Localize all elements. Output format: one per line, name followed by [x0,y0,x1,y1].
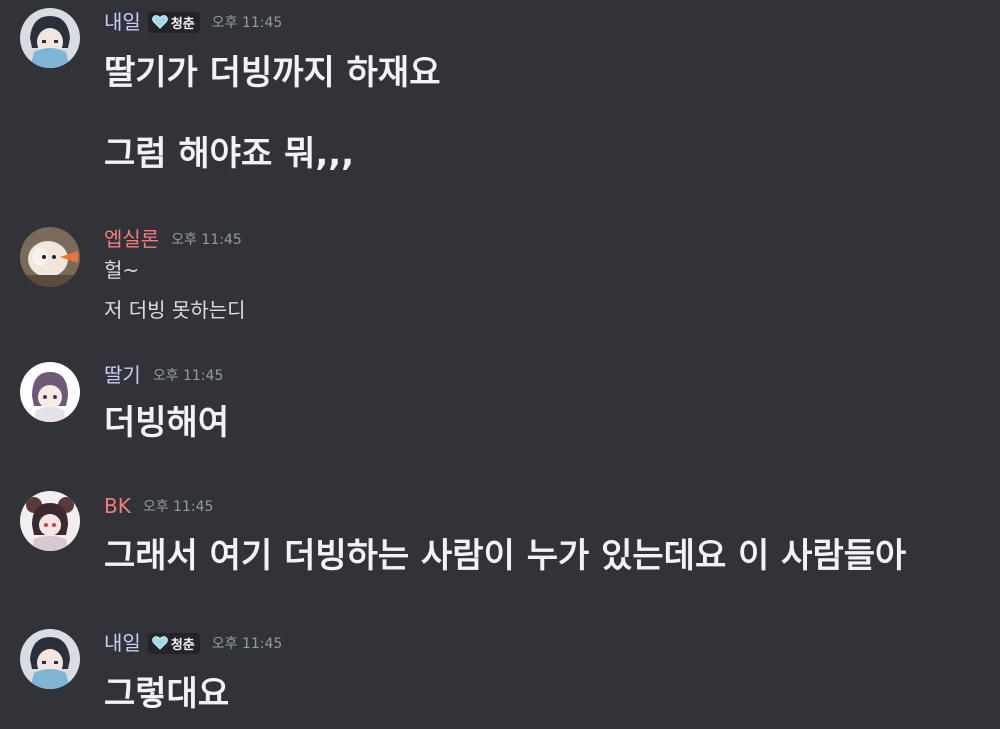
message-content: 더빙해여 [104,403,230,443]
heart-icon [151,636,168,650]
timestamp: 오후 11:45 [211,636,283,652]
username[interactable]: 내일 [104,9,141,35]
message-content: 헐~ [104,258,140,282]
badge-label: 청춘 [170,16,195,32]
message-content: 그래서 여기 더빙하는 사람이 누가 있는데요 이 사람들아 [104,536,907,576]
username[interactable]: 딸기 [104,362,141,388]
avatar[interactable] [20,629,80,689]
message-content: 딸기가 더빙까지 하재요 [104,53,441,93]
chat-message-list: 내일 청춘 오후 11:45 딸기가 더빙까지 하재요 그럼 해야죠 뭐,,, [0,0,1000,729]
role-badge[interactable]: 청춘 [147,632,200,654]
message-content: 저 더빙 못하는디 [104,298,246,322]
badge-label: 청춘 [170,637,195,653]
avatar[interactable] [20,227,80,287]
role-badge[interactable]: 청춘 [147,11,200,33]
message-content: 그럼 해야죠 뭐,,, [104,134,355,174]
username[interactable]: BK [104,493,131,519]
avatar[interactable] [20,491,80,551]
timestamp: 오후 11:45 [211,15,283,31]
timestamp: 오후 11:45 [142,499,214,515]
username[interactable]: 엡실론 [104,226,159,252]
heart-icon [151,15,168,29]
timestamp: 오후 11:45 [171,232,242,248]
username[interactable]: 내일 [104,630,141,656]
avatar[interactable] [20,362,80,422]
timestamp: 오후 11:45 [152,368,224,384]
avatar[interactable] [20,8,80,68]
message-content: 그렇대요 [104,674,230,714]
